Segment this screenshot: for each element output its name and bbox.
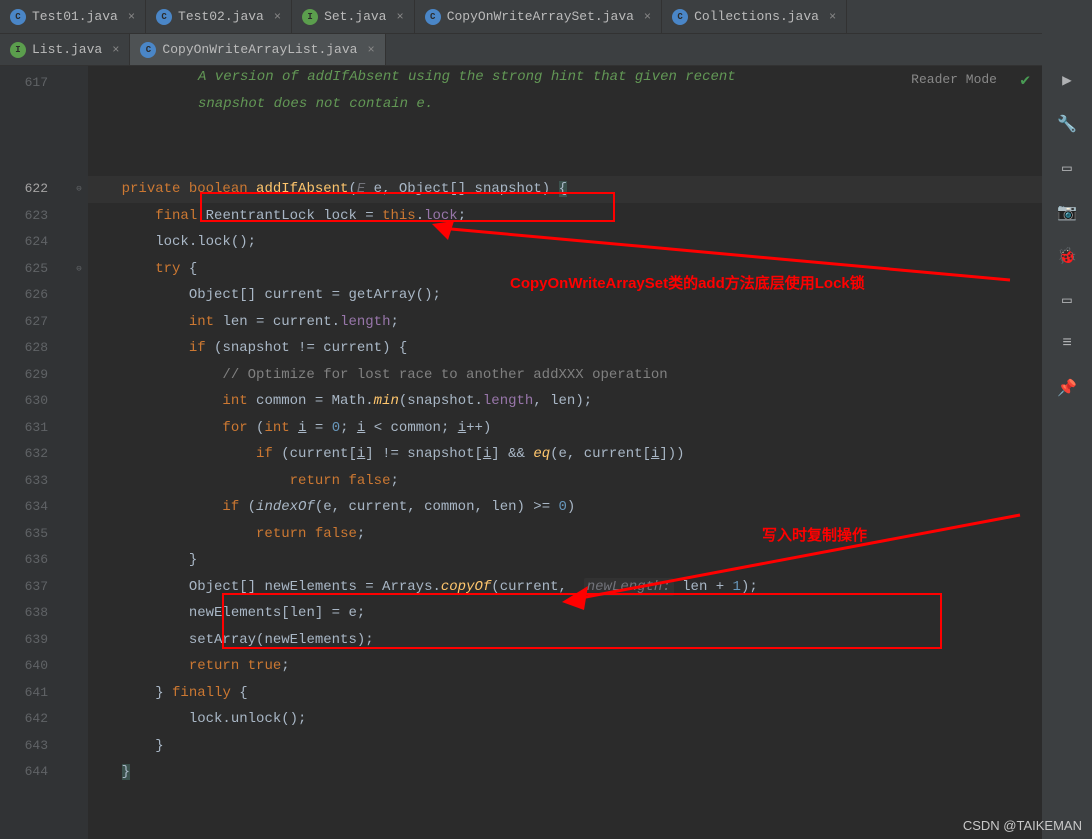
tab-cowarray-list[interactable]: C CopyOnWriteArrayList.java × <box>130 34 385 65</box>
code-line: if (current[i] != snapshot[i] && eq(e, c… <box>88 441 1042 468</box>
code-line: private boolean addIfAbsent(E e, Object[… <box>88 176 1042 203</box>
annotation-text-1: CopyOnWriteArraySet类的add方法底层使用Lock锁 <box>510 272 865 293</box>
close-icon[interactable]: × <box>128 10 135 24</box>
fold-toggle-icon[interactable]: ⊖ <box>70 256 88 283</box>
line-number: 640 <box>0 653 70 680</box>
line-number <box>0 123 70 150</box>
line-number: 626 <box>0 282 70 309</box>
line-number: 617 <box>0 70 70 97</box>
javadoc-comment: A version of addIfAbsent using the stron… <box>198 66 736 117</box>
code-line: newElements[len] = e; <box>88 600 1042 627</box>
line-number: 631 <box>0 415 70 442</box>
line-number: 635 <box>0 521 70 548</box>
line-number <box>0 97 70 124</box>
class-icon: C <box>672 9 688 25</box>
interface-icon: I <box>10 42 26 58</box>
code-line: lock.unlock(); <box>88 706 1042 733</box>
line-number: 634 <box>0 494 70 521</box>
tab-cowarray-set[interactable]: C CopyOnWriteArraySet.java × <box>415 0 662 33</box>
watermark: CSDN @TAIKEMAN <box>963 818 1082 833</box>
line-number: 633 <box>0 468 70 495</box>
class-icon: C <box>156 9 172 25</box>
code-line: return true; <box>88 653 1042 680</box>
line-number: 623 <box>0 203 70 230</box>
close-icon[interactable]: × <box>396 10 403 24</box>
code-line: return false; <box>88 521 1042 548</box>
code-line: } finally { <box>88 680 1042 707</box>
fold-column[interactable]: ⊖ ⊖ <box>70 66 88 839</box>
camera-icon[interactable]: 📷 <box>1057 202 1077 222</box>
code-line: } <box>88 733 1042 760</box>
editor-main: 617 622 623 624 625 626 627 628 629 630 … <box>0 66 1042 839</box>
class-icon: C <box>140 42 156 58</box>
code-line: return false; <box>88 468 1042 495</box>
tab-label: CopyOnWriteArraySet.java <box>447 9 634 24</box>
line-number: 644 <box>0 759 70 786</box>
close-icon[interactable]: × <box>274 10 281 24</box>
fold-toggle-icon[interactable]: ⊖ <box>70 176 88 203</box>
bug-icon[interactable]: 🐞 <box>1057 246 1077 266</box>
line-number: 624 <box>0 229 70 256</box>
tab-label: CopyOnWriteArrayList.java <box>162 42 357 57</box>
tab-bar-2: I List.java × C CopyOnWriteArrayList.java × <box>0 34 1092 66</box>
line-number: 642 <box>0 706 70 733</box>
code-line: int common = Math.min(snapshot.length, l… <box>88 388 1042 415</box>
code-line: int len = current.length; <box>88 309 1042 336</box>
wrench-icon[interactable]: 🔧 <box>1057 114 1077 134</box>
annotation-text-2: 写入时复制操作 <box>762 524 867 545</box>
code-line: setArray(newElements); <box>88 627 1042 654</box>
close-icon[interactable]: × <box>367 43 374 57</box>
close-icon[interactable]: × <box>644 10 651 24</box>
inspection-check-icon[interactable]: ✔ <box>1020 70 1030 90</box>
line-number: 643 <box>0 733 70 760</box>
tab-test01[interactable]: C Test01.java × <box>0 0 146 33</box>
line-number: 625 <box>0 256 70 283</box>
line-number: 641 <box>0 680 70 707</box>
tab-set[interactable]: I Set.java × <box>292 0 415 33</box>
line-number: 627 <box>0 309 70 336</box>
close-icon[interactable]: × <box>112 43 119 57</box>
tab-label: Collections.java <box>694 9 819 24</box>
run-icon[interactable]: ▶ <box>1057 70 1077 90</box>
code-line: // Optimize for lost race to another add… <box>88 362 1042 389</box>
reader-mode-label[interactable]: Reader Mode <box>911 72 997 87</box>
code-line: if (indexOf(e, current, common, len) >= … <box>88 494 1042 521</box>
class-icon: C <box>425 9 441 25</box>
close-icon[interactable]: × <box>829 10 836 24</box>
panel2-icon[interactable]: ▭ <box>1057 290 1077 310</box>
line-number: 629 <box>0 362 70 389</box>
line-number: 639 <box>0 627 70 654</box>
right-toolbar: ▶ 🔧 ▭ 📷 🐞 ▭ ≡ 📌 <box>1042 0 1092 839</box>
line-number: 636 <box>0 547 70 574</box>
pin-icon[interactable]: 📌 <box>1057 378 1077 398</box>
line-number: 637 <box>0 574 70 601</box>
tab-collections[interactable]: C Collections.java × <box>662 0 847 33</box>
tab-bar-1: C Test01.java × C Test02.java × I Set.java × C… <box>0 0 1092 34</box>
tab-label: Set.java <box>324 9 386 24</box>
layout-icon[interactable]: ≡ <box>1057 334 1077 354</box>
class-icon: C <box>10 9 26 25</box>
code-line: final ReentrantLock lock = this.lock; <box>88 203 1042 230</box>
line-gutter[interactable]: 617 622 623 624 625 626 627 628 629 630 … <box>0 66 70 839</box>
line-number: 628 <box>0 335 70 362</box>
tab-list[interactable]: I List.java × <box>0 34 130 65</box>
interface-icon: I <box>302 9 318 25</box>
line-number: 630 <box>0 388 70 415</box>
tab-label: Test02.java <box>178 9 264 24</box>
line-number: 632 <box>0 441 70 468</box>
tab-test02[interactable]: C Test02.java × <box>146 0 292 33</box>
tab-label: Test01.java <box>32 9 118 24</box>
code-line: Object[] newElements = Arrays.copyOf(cur… <box>88 574 1042 601</box>
code-line: } <box>88 547 1042 574</box>
code-line: for (int i = 0; i < common; i++) <box>88 415 1042 442</box>
panel-icon[interactable]: ▭ <box>1057 158 1077 178</box>
tab-label: List.java <box>32 42 102 57</box>
line-number <box>0 150 70 177</box>
code-editor[interactable]: Reader Mode ✔ A version of addIfAbsent u… <box>88 66 1042 839</box>
code-line: if (snapshot != current) { <box>88 335 1042 362</box>
line-number: 638 <box>0 600 70 627</box>
code-line: lock.lock(); <box>88 229 1042 256</box>
code-line: } <box>88 759 1042 786</box>
line-number: 622 <box>0 176 70 203</box>
